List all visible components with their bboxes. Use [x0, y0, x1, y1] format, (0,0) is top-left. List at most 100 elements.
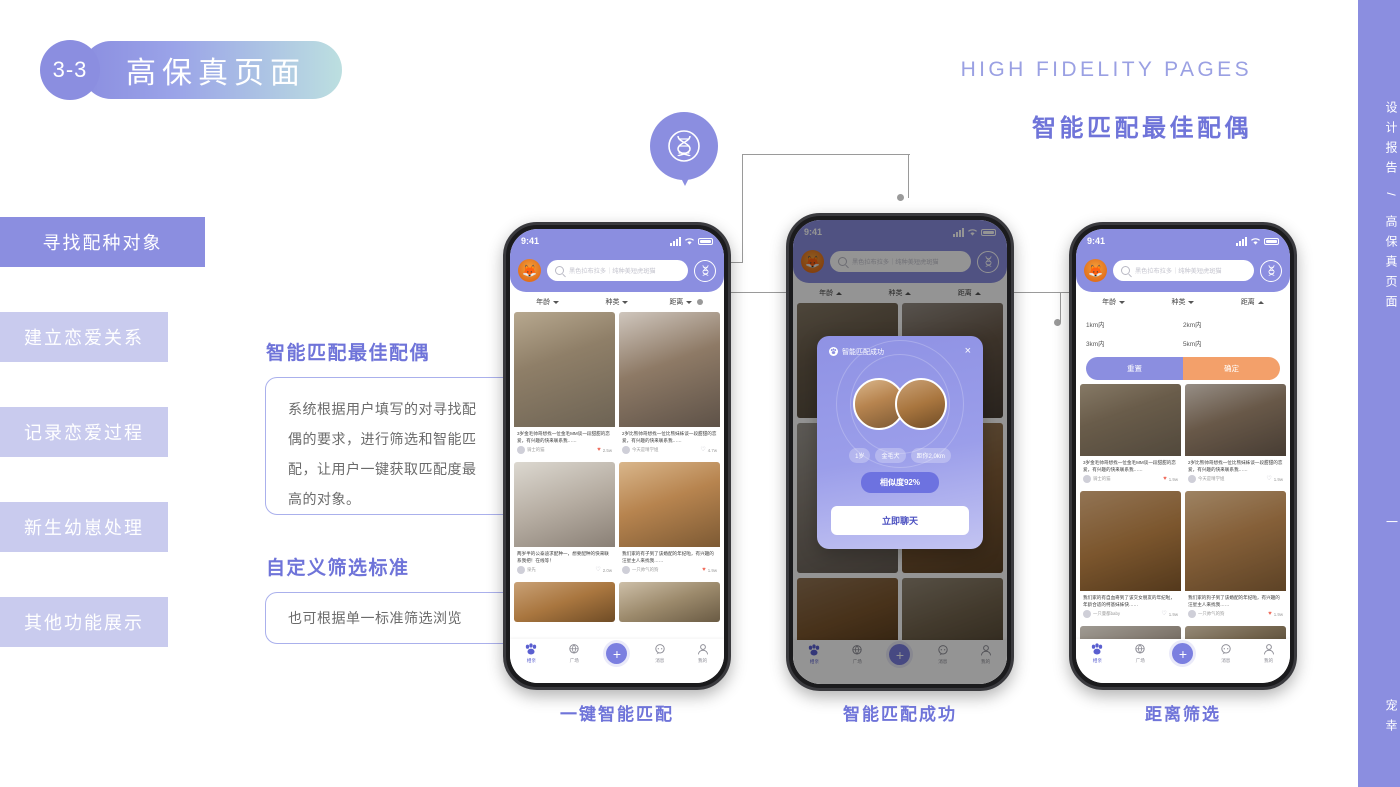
distance-option-3km[interactable]: 3km内: [1086, 334, 1183, 353]
search-icon: [555, 266, 564, 275]
avatar: [622, 566, 630, 574]
plus-icon[interactable]: +: [1172, 643, 1194, 664]
card-likes[interactable]: ♥ 1.9w: [1163, 476, 1178, 482]
filter-species[interactable]: 种类: [583, 297, 650, 307]
tab-label: 消息: [655, 658, 665, 663]
card-username: 今天是晴学姐: [1198, 476, 1225, 481]
heart-icon: ♥: [702, 567, 706, 573]
tab-messages[interactable]: 消息: [1204, 643, 1247, 664]
similarity-score: 相似度92%: [861, 472, 939, 493]
description-body-1: 系统根据用户填写的对寻找配偶的要求，进行筛选和智能匹配，让用户一键获取匹配度最高…: [288, 401, 477, 507]
confirm-button[interactable]: 确定: [1183, 357, 1280, 380]
card-likes[interactable]: ♥ 1.9w: [702, 567, 717, 573]
rail-brand: 宠幸: [1384, 699, 1398, 739]
plaza-icon: [1135, 644, 1145, 654]
tab-matchmaking[interactable]: 相亲: [1076, 643, 1119, 664]
heart-icon: ♥: [1268, 611, 1272, 617]
nav-label: 寻找配种对象: [42, 233, 163, 253]
tab-messages[interactable]: 消息: [638, 643, 681, 664]
nav-item-4[interactable]: 其他功能展示: [0, 597, 168, 647]
filter-age[interactable]: 年龄: [514, 297, 581, 307]
distance-options: 1km内 2km内 3km内 5km内: [1086, 315, 1280, 353]
connector-dot: [1054, 319, 1061, 326]
card-username: 今天是晴学姐: [632, 447, 659, 452]
tab-plaza[interactable]: 广场: [553, 643, 596, 664]
connector-line: [742, 154, 744, 199]
like-count: 2.0w: [602, 567, 612, 573]
card-user: 一只帅气的狗: [1188, 610, 1224, 618]
reset-button[interactable]: 重置: [1086, 357, 1183, 380]
feed-card[interactable]: 2岁比熊帅哥想找一位比熊妹妹谈一段甜甜的恋爱，有兴趣的快来联系我…… 今天是晴学…: [1185, 384, 1286, 486]
plus-icon[interactable]: +: [606, 643, 628, 664]
chevron-up-icon: [1257, 300, 1264, 304]
title-chinese: 智能匹配最佳配偶: [1032, 115, 1252, 142]
tab-profile[interactable]: 我的: [1247, 643, 1290, 664]
dna-callout-pin: [650, 112, 718, 186]
tab-label: 广场: [1135, 658, 1145, 663]
gear-icon[interactable]: [697, 299, 704, 305]
tab-profile[interactable]: 我的: [681, 643, 724, 664]
nav-item-0[interactable]: 寻找配种对象: [0, 217, 205, 267]
caption-phone-2: 智能匹配成功: [843, 705, 957, 724]
card-likes[interactable]: ♥ 1.9w: [1268, 611, 1283, 617]
feed-card[interactable]: [514, 582, 615, 622]
feed-card[interactable]: [619, 582, 720, 622]
battery-icon: [698, 237, 713, 245]
dna-icon: [650, 112, 718, 180]
distance-option-5km[interactable]: 5km内: [1183, 334, 1280, 353]
chat-now-button[interactable]: 立即聊天: [831, 506, 969, 535]
feed-card[interactable]: 我们家的狗子到了该婚配的年纪啦，有兴趣的汪星主人来找我…… 一只帅气的狗 ♥ 1.…: [1185, 491, 1286, 621]
section-number: 3-3: [40, 40, 100, 100]
filter-age[interactable]: 年龄: [1080, 297, 1147, 307]
nav-item-1[interactable]: 建立恋爱关系: [0, 312, 168, 362]
nav-item-3[interactable]: 新生幼崽处理: [0, 502, 168, 552]
filter-distance[interactable]: 距离: [1219, 297, 1286, 307]
feed-card[interactable]: 我们家的有自血奇到了该交女朋友的年纪啦，年龄合适的柯基妹妹快…… 一只曼都bab…: [1080, 491, 1181, 621]
distance-option-1km[interactable]: 1km内: [1086, 315, 1183, 334]
card-likes[interactable]: ♡ 2.0w: [595, 567, 612, 573]
card-likes[interactable]: ♡ 1.9w: [1266, 476, 1283, 482]
feed-card[interactable]: 3岁金毛帅哥想找一位金毛MM谈一段甜甜的恋爱，有兴趣的快来联系我…… 骑士的猫 …: [514, 312, 615, 457]
card-username: 一只帅气的狗: [1198, 611, 1225, 616]
card-meta: 今天是晴学姐 ♡ 4.7w: [619, 446, 720, 457]
avatar[interactable]: 🦊: [1084, 259, 1107, 282]
feed-grid: 3岁金毛帅哥想找一位金毛MM谈一段甜甜的恋爱，有兴趣的快来联系我…… 骑士的猫 …: [510, 312, 724, 622]
search-input[interactable]: 黑色拉布拉多｜纯种美短虎斑猫: [1113, 260, 1254, 281]
heart-icon: ♡: [1266, 476, 1272, 482]
feed-card[interactable]: 两岁半的公泰迪求配种一，想要配种的快来联系我把！在线等！ 泉先 ♡ 2.0w: [514, 462, 615, 577]
avatar: [517, 566, 525, 574]
card-likes[interactable]: ♡ 1.9w: [1161, 611, 1178, 617]
tab-matchmaking[interactable]: 相亲: [510, 643, 553, 664]
tab-bar: 相亲 广场 + 消息 我的: [510, 639, 724, 683]
distance-dropdown: 1km内 2km内 3km内 5km内 重置 确定: [1076, 312, 1290, 380]
card-likes[interactable]: ♡ 4.7w: [700, 447, 717, 453]
feed-card[interactable]: 2岁比熊帅哥想找一位比熊妹妹谈一段甜甜的恋爱，有兴趣的快来联系我…… 今天是晴学…: [619, 312, 720, 457]
nav-item-2[interactable]: 记录恋爱过程: [0, 407, 168, 457]
tab-plaza[interactable]: 广场: [1119, 643, 1162, 664]
dna-match-button[interactable]: [694, 259, 716, 282]
card-user: 一只帅气的狗: [622, 566, 658, 574]
nav-label: 其他功能展示: [24, 613, 144, 633]
search-input[interactable]: 黑色拉布拉多｜纯种美短虎斑猫: [547, 260, 688, 281]
filter-label: 距离: [1240, 299, 1255, 306]
avatar[interactable]: 🦊: [518, 259, 541, 282]
card-likes[interactable]: ♥ 2.5w: [597, 447, 612, 453]
like-count: 1.9w: [1168, 611, 1178, 617]
like-count: 1.9w: [1273, 611, 1283, 617]
filter-species[interactable]: 种类: [1149, 297, 1216, 307]
feed-card[interactable]: 3岁金毛帅哥想找一位金毛MM谈一段甜甜的恋爱，有兴趣的快来联系我…… 骑士的猫 …: [1080, 384, 1181, 486]
caption-phone-1: 一键智能匹配: [560, 705, 674, 724]
close-icon[interactable]: ×: [965, 346, 971, 357]
status-bar: 9:41: [1076, 229, 1290, 253]
dna-match-button[interactable]: [1260, 259, 1282, 282]
card-image: [619, 312, 720, 427]
tab-add[interactable]: +: [596, 643, 639, 664]
tab-add[interactable]: +: [1162, 643, 1205, 664]
phone-1: 9:41 🦊 黑色拉布拉多｜纯种美短虎斑猫 年龄 种类 距离 3岁金毛帅哥想找一…: [503, 222, 731, 690]
filter-label: 年龄: [1102, 299, 1117, 306]
distance-option-2km[interactable]: 2km内: [1183, 315, 1280, 334]
signal-icon: [1236, 236, 1247, 246]
feed-card[interactable]: 我们家的有子到了该婚配的年纪啦，有兴趣的汪星主人来找我…… 一只帅气的狗 ♥ 1.…: [619, 462, 720, 577]
filter-distance[interactable]: 距离: [653, 297, 720, 307]
app-header: 🦊 黑色拉布拉多｜纯种美短虎斑猫: [510, 253, 724, 292]
